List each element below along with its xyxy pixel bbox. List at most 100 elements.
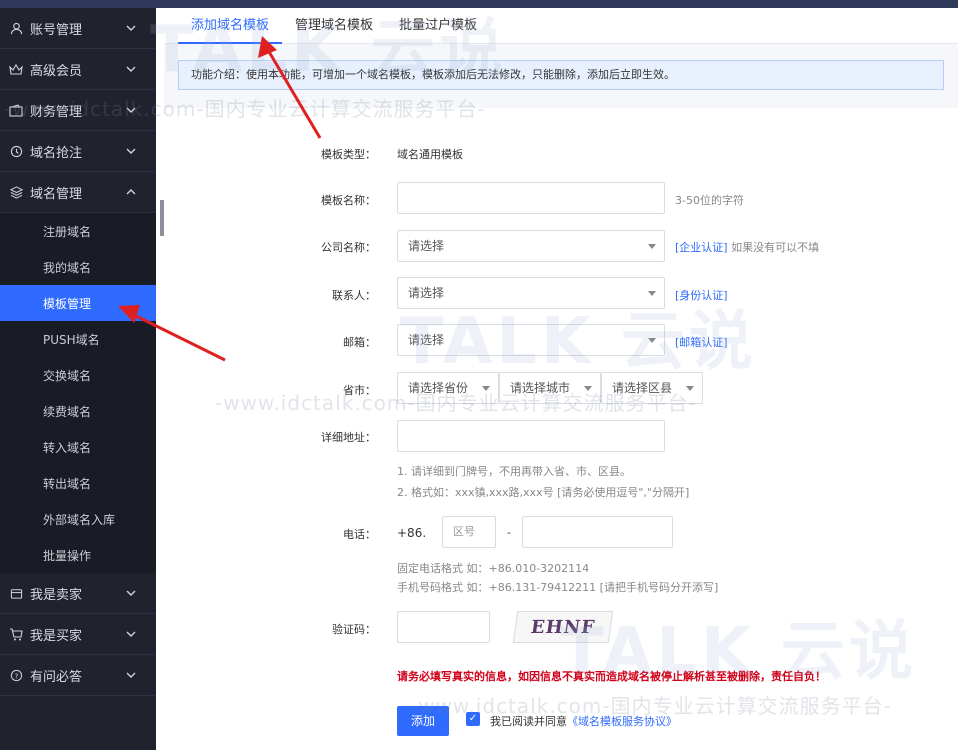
sidebar-item-snapup[interactable]: 域名抢注 [0, 131, 156, 172]
address-hint-2: 2. 格式如：xxx镇,xxx路,xxx号 [请务必使用逗号","分隔开] [397, 486, 690, 499]
tab-batch-transfer-templates[interactable]: 批量过户模板 [386, 8, 490, 44]
agree-label: 我已阅读并同意 [490, 715, 567, 728]
template-type-value: 域名通用模板 [397, 148, 463, 161]
sidebar-item-vip[interactable]: 高级会员 [0, 49, 156, 90]
chevron-down-icon [126, 148, 136, 154]
layers-icon [8, 184, 24, 200]
district-select-value: 请选择区县 [612, 381, 673, 395]
sidebar-item-account[interactable]: 账号管理 [0, 8, 156, 49]
company-auth-hint: [企业认证] 如果没有可以不填 [675, 239, 819, 255]
submenu-item-my-domains[interactable]: 我的域名 [0, 249, 156, 285]
province-city-label: 省市： [343, 384, 376, 397]
sidebar-item-seller[interactable]: 我是卖家 [0, 573, 156, 614]
chevron-down-icon [126, 672, 136, 678]
captcha-image[interactable]: EHNF [512, 611, 614, 643]
submenu-item-external-import[interactable]: 外部域名入库 [0, 501, 156, 537]
submenu-item-push[interactable]: PUSH域名 [0, 321, 156, 357]
phone-hint-1: 固定电话格式 如：+86.010-3202114 [397, 562, 590, 575]
identity-auth-link[interactable]: [身份认证] [675, 287, 728, 303]
province-select[interactable]: 请选择省份 [397, 372, 499, 404]
company-label: 公司名称： [321, 241, 376, 254]
svg-text:?: ? [14, 671, 18, 680]
agreement-checkbox[interactable]: ✓ [466, 712, 480, 726]
phone-hint-2: 手机号码格式 如：+86.131-79412211 [请把手机号码分开添写] [397, 581, 719, 594]
dropdown-arrow-icon [648, 291, 656, 296]
company-select-value: 请选择 [408, 239, 445, 253]
wallet-icon [8, 102, 24, 118]
contact-select[interactable]: 请选择 [397, 277, 665, 309]
sidebar-item-buyer[interactable]: 我是买家 [0, 614, 156, 655]
email-auth-link[interactable]: [邮箱认证] [675, 334, 728, 350]
agreement-link[interactable]: 《域名模板服务协议》 [567, 715, 677, 728]
sidebar-item-label: 有问必答 [30, 669, 83, 685]
area-code-placeholder: 区号 [453, 525, 475, 538]
crown-icon [8, 61, 24, 77]
sidebar-item-label: 高级会员 [30, 63, 83, 79]
tab-manage-templates[interactable]: 管理域名模板 [282, 8, 386, 44]
template-form: 模板类型： 域名通用模板 模板名称： 3-50位的字符 公司名称： 请选择 [企… [164, 108, 958, 750]
template-name-label: 模板名称： [321, 194, 376, 207]
submenu-item-exchange[interactable]: 交换域名 [0, 357, 156, 393]
email-select-value: 请选择 [408, 333, 445, 347]
submenu-item-register[interactable]: 注册域名 [0, 213, 156, 249]
sidebar-item-label: 域名管理 [30, 186, 83, 202]
contact-select-value: 请选择 [408, 286, 445, 300]
chevron-down-icon [126, 631, 136, 637]
sidebar-item-label: 我是卖家 [30, 587, 83, 603]
chevron-down-icon [126, 107, 136, 113]
tab-bar: 添加域名模板 管理域名模板 批量过户模板 [164, 8, 958, 44]
agreement-text: 我已阅读并同意《域名模板服务协议》 [490, 713, 677, 729]
captcha-label: 验证码： [332, 623, 376, 636]
sidebar-item-label: 域名抢注 [30, 145, 83, 161]
chevron-up-icon [126, 189, 136, 195]
sidebar-item-faq[interactable]: ? 有问必答 [0, 655, 156, 696]
clock-icon [8, 143, 24, 159]
submenu-item-template-management[interactable]: 模板管理 [0, 285, 156, 321]
question-icon: ? [8, 667, 24, 683]
contact-label: 联系人： [332, 289, 376, 302]
submenu-item-renew[interactable]: 续费域名 [0, 393, 156, 429]
address-input[interactable] [397, 420, 665, 452]
company-auth-link[interactable]: [企业认证] [675, 241, 728, 254]
add-template-button[interactable]: 添加 [397, 706, 449, 736]
shop-icon [8, 585, 24, 601]
sidebar-item-label: 我是买家 [30, 628, 83, 644]
sidebar-item-finance[interactable]: 财务管理 [0, 90, 156, 131]
cart-icon [8, 626, 24, 642]
chevron-down-icon [126, 590, 136, 596]
email-label: 邮箱： [343, 336, 376, 349]
tab-add-template[interactable]: 添加域名模板 [178, 8, 283, 44]
template-name-hint: 3-50位的字符 [675, 194, 744, 207]
district-select[interactable]: 请选择区县 [601, 372, 703, 404]
company-select[interactable]: 请选择 [397, 230, 665, 262]
email-select[interactable]: 请选择 [397, 324, 665, 356]
dropdown-arrow-icon [648, 244, 656, 249]
chevron-down-icon [126, 66, 136, 72]
template-type-label: 模板类型： [321, 148, 376, 161]
captcha-input[interactable] [397, 611, 490, 643]
sidebar: 账号管理 高级会员 财务管理 域名抢注 域名管理 注册域名 我的域名 模板管理 … [0, 8, 156, 750]
phone-separator: - [507, 526, 511, 539]
sidebar-item-label: 账号管理 [30, 22, 83, 38]
address-label: 详细地址： [321, 431, 376, 444]
city-select[interactable]: 请选择城市 [499, 372, 601, 404]
company-optional-hint: 如果没有可以不填 [731, 241, 820, 254]
domain-submenu: 注册域名 我的域名 模板管理 PUSH域名 交换域名 续费域名 转入域名 转出域… [0, 213, 156, 573]
phone-country-code: +86. [397, 526, 427, 540]
dropdown-arrow-icon [648, 338, 656, 343]
address-hint-1: 1. 请详细到门牌号，不用再带入省、市、区县。 [397, 465, 631, 478]
submenu-item-transfer-out[interactable]: 转出域名 [0, 465, 156, 501]
province-select-value: 请选择省份 [408, 381, 469, 395]
phone-number-input[interactable] [522, 516, 673, 548]
sidebar-item-label: 财务管理 [30, 104, 83, 120]
city-select-value: 请选择城市 [510, 381, 571, 395]
submenu-item-batch[interactable]: 批量操作 [0, 537, 156, 573]
submenu-item-transfer-in[interactable]: 转入域名 [0, 429, 156, 465]
area-code-input[interactable]: 区号 [442, 516, 496, 548]
top-bar [0, 0, 958, 8]
sidebar-item-domain-management[interactable]: 域名管理 [0, 172, 156, 213]
dropdown-arrow-icon [686, 386, 694, 391]
feature-notice: 功能介绍：使用本功能，可增加一个域名模板，模板添加后无法修改，只能删除，添加后立… [178, 60, 944, 90]
dropdown-arrow-icon [482, 386, 490, 391]
template-name-input[interactable] [397, 182, 665, 214]
